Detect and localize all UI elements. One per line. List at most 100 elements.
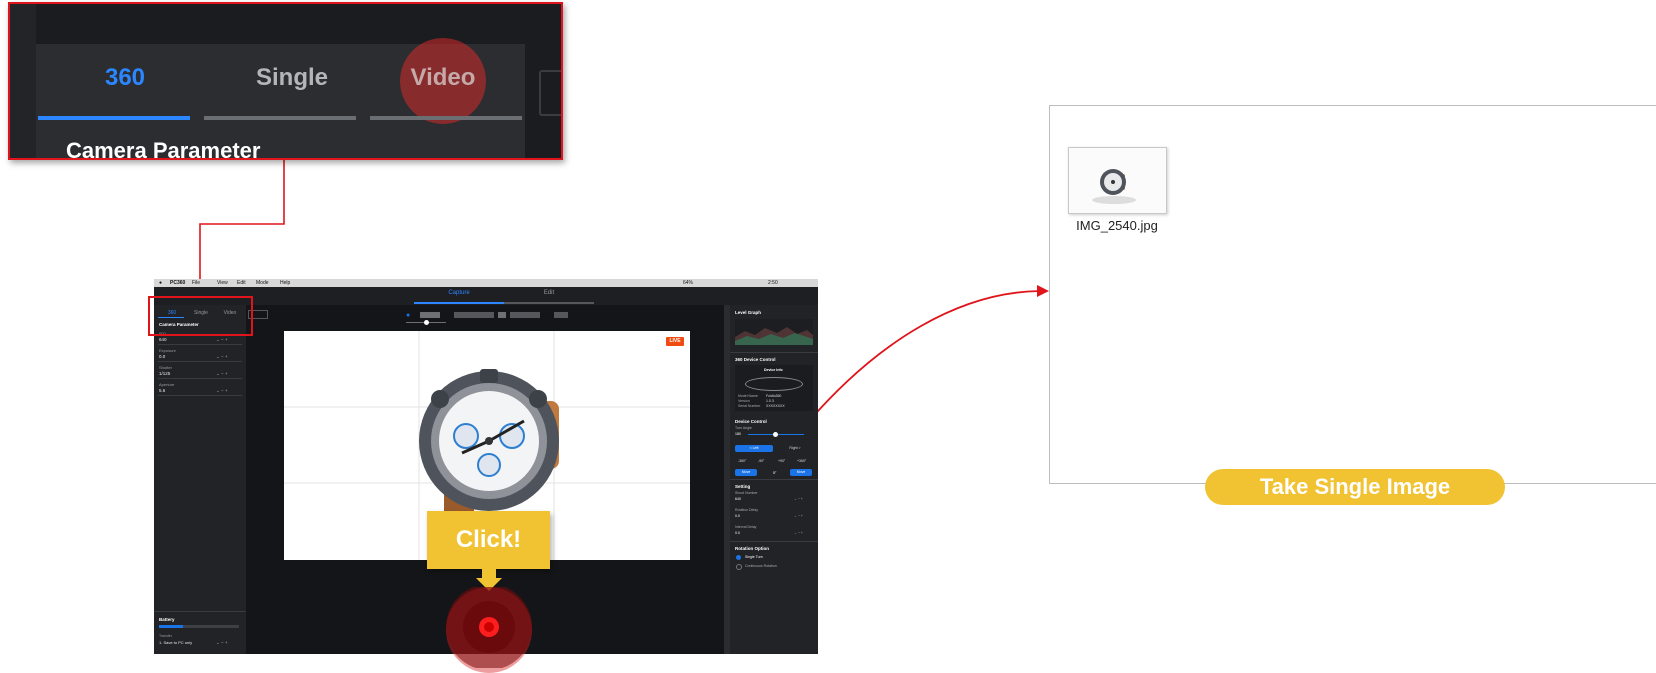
- tab-capture[interactable]: Capture: [414, 290, 504, 296]
- param-value[interactable]: 5.6: [159, 388, 165, 393]
- menu-help[interactable]: Help: [280, 280, 290, 286]
- view-mode-icons[interactable]: [510, 312, 540, 318]
- setting-stepper[interactable]: ⌄ − +: [794, 531, 803, 535]
- zoom-tab-360-underline: [38, 116, 190, 120]
- level-graph-plot: [735, 327, 813, 345]
- apple-icon[interactable]: ●: [159, 280, 162, 286]
- tab-selection-highlight: [148, 296, 253, 336]
- divider: [158, 395, 242, 396]
- curve-arrowhead: [1037, 285, 1049, 297]
- zoom-tab-single-underline: [204, 116, 356, 120]
- setting-stepper[interactable]: ⌄ − +: [794, 497, 803, 501]
- preset-plus-360[interactable]: +360°: [797, 459, 806, 463]
- divider: [730, 541, 818, 542]
- radio-continuous-label: Continuous Rotation: [745, 564, 777, 568]
- param-value[interactable]: 1/125: [159, 371, 170, 376]
- preset-plus-90[interactable]: +90°: [778, 459, 785, 463]
- param-value[interactable]: 640: [159, 337, 167, 342]
- radio-single-turn[interactable]: [736, 555, 741, 560]
- setting-title: Setting: [735, 484, 751, 489]
- zoom-right-strip: [525, 44, 561, 158]
- menu-mode[interactable]: Mode: [256, 280, 269, 286]
- tab-edit[interactable]: Edit: [504, 290, 594, 296]
- click-callout: Click!: [427, 511, 550, 569]
- divider: [158, 361, 242, 362]
- battery-title: Battery: [159, 617, 175, 622]
- battery-status-text: 64%: [683, 280, 694, 286]
- preset-minus-90[interactable]: -90°: [758, 459, 764, 463]
- grid-toggle-icon[interactable]: [420, 312, 440, 318]
- divider: [158, 378, 242, 379]
- divider: [158, 344, 242, 345]
- rotation-option-title: Rotation Option: [735, 546, 769, 551]
- info-key: Version: [738, 399, 750, 403]
- param-value[interactable]: 0.0: [159, 354, 165, 359]
- menubar: ● PC360 File View Edit Mode Help 64% 2:5…: [154, 279, 818, 287]
- layout-icons[interactable]: [454, 312, 494, 318]
- menu-file[interactable]: File: [192, 280, 200, 286]
- capture-button[interactable]: [446, 587, 532, 668]
- info-key: Model Name: [738, 394, 758, 398]
- zoom-slider-handle[interactable]: [424, 320, 429, 325]
- setting-label: Interval Delay: [735, 525, 757, 529]
- turn-angle-value[interactable]: 180: [735, 432, 741, 436]
- param-stepper[interactable]: ⌄ − +: [216, 354, 228, 360]
- file-thumbnail[interactable]: [1068, 147, 1167, 214]
- divider: [730, 479, 818, 480]
- zoom-topbar: [10, 4, 561, 44]
- fullscreen-icon[interactable]: [498, 312, 506, 318]
- magnifier-icon[interactable]: ●: [406, 312, 410, 319]
- setting-value[interactable]: 0.0: [735, 514, 740, 518]
- move-left-button[interactable]: Move: [735, 469, 757, 476]
- zoom-tab-single[interactable]: Single: [217, 64, 367, 92]
- setting-label: Rotation Delay: [735, 508, 758, 512]
- thumbnail-image: [1092, 169, 1136, 204]
- transfer-stepper[interactable]: ⌄ − +: [216, 640, 228, 646]
- left-panel: [154, 305, 246, 654]
- divider: [730, 352, 818, 353]
- info-value: Foldio360: [766, 394, 782, 398]
- radio-continuous[interactable]: [736, 564, 742, 570]
- zoom-tab-360[interactable]: 360: [50, 64, 200, 92]
- live-badge: LIVE: [666, 337, 684, 346]
- battery-bar-fill: [159, 625, 183, 628]
- zoom-tab-video[interactable]: Video: [368, 64, 518, 92]
- param-stepper[interactable]: ⌄ − +: [216, 371, 228, 377]
- info-value: XXXXXXXX: [766, 404, 785, 408]
- zoom-left-strip: [10, 4, 36, 158]
- param-stepper[interactable]: ⌄ − +: [216, 388, 228, 394]
- info-key: Serial Number: [738, 404, 761, 408]
- device-control-subtitle: Device Control: [735, 419, 767, 424]
- transfer-label: Transfer: [159, 634, 172, 638]
- menubar-clock: 2:50: [768, 280, 778, 286]
- param-label: Aperture: [159, 382, 175, 387]
- camera-icon[interactable]: [554, 312, 568, 318]
- zoom-tab-video-underline: [370, 116, 522, 120]
- menu-edit[interactable]: Edit: [237, 280, 246, 286]
- preset-minus-360[interactable]: -360°: [738, 459, 746, 463]
- transfer-value[interactable]: 1. Save to PC only: [159, 640, 192, 645]
- rotate-left-button[interactable]: < Left: [735, 445, 773, 452]
- turn-angle-label: Turn Angle: [735, 426, 752, 430]
- tab-capture-underline: [414, 302, 504, 304]
- info-value: 1.0.3: [766, 399, 774, 403]
- radio-single-turn-label: Single Turn: [745, 555, 763, 559]
- file-name[interactable]: IMG_2540.jpg: [1057, 218, 1177, 233]
- divider: [154, 611, 246, 612]
- param-label: Shutter: [159, 365, 172, 370]
- setting-stepper[interactable]: ⌄ − +: [794, 514, 803, 518]
- setting-value[interactable]: 640: [735, 497, 741, 501]
- menu-view[interactable]: View: [217, 280, 228, 286]
- device-info-title: Device Info: [764, 368, 783, 372]
- step-value[interactable]: 5°: [773, 471, 776, 475]
- zoom-callout: 360 Single Video Camera Parameter: [8, 2, 563, 160]
- move-right-button[interactable]: Move: [790, 469, 812, 476]
- setting-value[interactable]: 0.0: [735, 531, 740, 535]
- param-stepper[interactable]: ⌄ − +: [216, 337, 228, 343]
- zoom-section-title: Camera Parameter: [66, 138, 261, 160]
- menubar-app-name[interactable]: PC360: [170, 280, 185, 286]
- battery-bar: [159, 625, 239, 628]
- rotate-right-button[interactable]: Right >: [776, 445, 814, 452]
- param-label: Exposure: [159, 348, 176, 353]
- turn-angle-handle[interactable]: [773, 432, 778, 437]
